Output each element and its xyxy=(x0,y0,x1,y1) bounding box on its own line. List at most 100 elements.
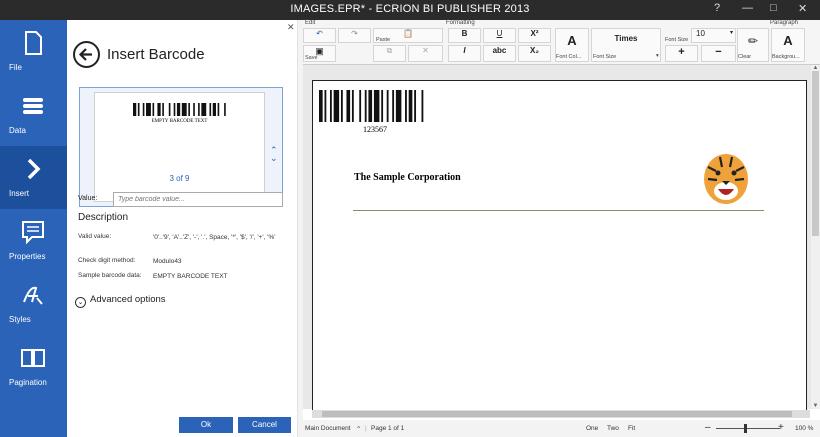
page-indicator: Page 1 of 1 xyxy=(371,425,405,432)
sidebar-item-label: File xyxy=(9,63,22,72)
preview-navigation[interactable]: ⌃ ⌄ xyxy=(270,146,278,163)
valid-value-text: '0'..'9', 'A'..'Z', '-', '.', Space, '*'… xyxy=(153,234,276,241)
sidebar-item-insert[interactable]: Insert xyxy=(0,146,67,209)
vertical-scrollbar[interactable]: ▲ ▼ xyxy=(811,65,820,409)
styles-icon xyxy=(23,286,43,305)
header-separator xyxy=(353,210,764,211)
pin-panel-icon[interactable]: ✕ xyxy=(287,22,295,33)
ribbon-toolbar: Edit Formatting Paragraph ↶ ↷ ▣ Save 📋 P… xyxy=(303,20,820,65)
bold-button[interactable]: B xyxy=(448,28,481,43)
font-name-label: Font Size xyxy=(593,54,617,60)
redo-icon: ↷ xyxy=(351,29,358,38)
eraser-icon: ✏ xyxy=(747,34,759,48)
file-icon xyxy=(25,31,42,55)
undo-icon: ↶ xyxy=(316,29,323,38)
minimize-button[interactable]: — xyxy=(742,2,753,14)
sidebar-item-label: Properties xyxy=(9,252,46,261)
paragraph-group-label: Paragraph xyxy=(770,20,799,26)
company-name[interactable]: The Sample Corporation xyxy=(354,172,461,183)
description-heading: Description xyxy=(78,212,129,223)
check-digit-value: Modulo43 xyxy=(153,258,182,265)
cancel-button[interactable]: Cancel xyxy=(238,417,291,433)
advanced-options-label: Advanced options xyxy=(90,294,166,305)
horizontal-scroll-thumb[interactable] xyxy=(322,411,792,417)
sidebar-item-properties[interactable]: Properties xyxy=(0,209,67,272)
zoom-out-button[interactable]: – xyxy=(705,422,711,433)
view-one-page-button[interactable]: One xyxy=(586,425,598,432)
grow-font-button[interactable]: + xyxy=(665,45,698,62)
zoom-slider[interactable] xyxy=(716,424,780,433)
chevron-up-icon[interactable]: ⌃ xyxy=(356,425,361,433)
font-size-dropdown[interactable]: 10 ▾ xyxy=(691,28,736,43)
title-bar: IMAGES.EPR* - ECRION BI PUBLISHER 2013 ?… xyxy=(0,0,820,20)
scroll-thumb[interactable] xyxy=(812,71,819,236)
zoom-slider-thumb[interactable] xyxy=(744,424,747,433)
chevron-down-icon: ⌄ xyxy=(75,297,86,308)
undo-button[interactable]: ↶ xyxy=(303,28,336,43)
sidebar-item-label: Data xyxy=(9,126,26,135)
background-label: Backgrou... xyxy=(772,54,800,60)
arrow-left-icon xyxy=(78,48,92,61)
tiger-logo[interactable] xyxy=(698,149,754,207)
maximize-button[interactable]: □ xyxy=(770,2,777,14)
properties-icon xyxy=(22,221,44,245)
chevron-down-icon[interactable]: ⌄ xyxy=(270,154,278,163)
zoom-level: 100 % xyxy=(795,425,814,432)
barcode-graphic xyxy=(133,103,226,116)
data-icon xyxy=(23,98,43,114)
font-color-label: Font Col... xyxy=(556,54,582,60)
sidebar-item-pagination[interactable]: Pagination xyxy=(0,335,67,398)
subscript-button[interactable]: X₂ xyxy=(518,45,551,62)
barcode-number: 123567 xyxy=(363,125,387,134)
cut-icon: ✕ xyxy=(422,46,429,55)
barcode-type-selector[interactable]: EMPTY BARCODE TEXT 3 of 9 ⌃ ⌄ xyxy=(79,87,283,207)
separator: | xyxy=(365,425,367,432)
back-button[interactable] xyxy=(73,41,100,68)
sidebar-item-file[interactable]: File xyxy=(0,20,67,83)
underline-button[interactable]: U xyxy=(483,28,516,43)
font-size-caption: Font Size xyxy=(665,37,689,43)
insert-barcode-panel: Insert Barcode EMPTY BARCODE TEXT 3 of 9… xyxy=(67,20,297,437)
close-button[interactable]: ✕ xyxy=(798,2,807,15)
redo-button[interactable]: ↷ xyxy=(338,28,371,43)
paste-label: Paste xyxy=(376,37,391,43)
document-canvas[interactable]: 123567 The Sample Corporation xyxy=(303,65,811,415)
help-button[interactable]: ? xyxy=(714,2,720,14)
formatting-group-label: Formatting xyxy=(446,20,475,26)
edit-group-label: Edit xyxy=(305,20,316,26)
font-size-value: 10 xyxy=(696,29,705,38)
zoom-in-button[interactable]: + xyxy=(778,422,784,433)
copy-button[interactable]: ⧉ xyxy=(373,45,406,62)
panel-title: Insert Barcode xyxy=(107,46,205,63)
value-label: Value: xyxy=(78,195,98,202)
window-title: IMAGES.EPR* - ECRION BI PUBLISHER 2013 xyxy=(290,3,530,15)
chevron-right-icon xyxy=(27,158,41,180)
chevron-down-icon: ▾ xyxy=(656,53,659,59)
preview-page-indicator: 3 of 9 xyxy=(169,174,190,183)
advanced-options-toggle[interactable]: ⌄ Advanced options xyxy=(75,294,166,308)
background-color-icon: A xyxy=(783,33,793,48)
sidebar-item-label: Insert xyxy=(9,189,30,198)
strikethrough-button[interactable]: abc xyxy=(483,45,516,62)
check-digit-label: Check digit method: xyxy=(78,257,136,264)
barcode-value-input[interactable] xyxy=(113,192,283,207)
clear-label: Clear xyxy=(738,54,752,60)
copy-icon: ⧉ xyxy=(386,46,393,55)
status-bar: Main Document ⌃ | Page 1 of 1 One Two Fi… xyxy=(303,420,820,437)
view-two-pages-button[interactable]: Two xyxy=(607,425,619,432)
sidebar-item-data[interactable]: Data xyxy=(0,83,67,146)
save-label: Save xyxy=(305,55,318,61)
scroll-down-icon[interactable]: ▼ xyxy=(811,403,820,409)
view-fit-button[interactable]: Fit xyxy=(628,425,635,432)
ok-button[interactable]: Ok xyxy=(179,417,233,433)
cut-button[interactable]: ✕ xyxy=(408,45,443,62)
main-document-tab[interactable]: Main Document xyxy=(305,425,351,432)
sidebar-item-styles[interactable]: Styles xyxy=(0,272,67,335)
document-page[interactable]: 123567 The Sample Corporation xyxy=(312,80,807,415)
horizontal-scrollbar[interactable] xyxy=(312,410,810,418)
document-barcode[interactable] xyxy=(319,90,427,122)
superscript-button[interactable]: X² xyxy=(518,28,551,43)
shrink-font-button[interactable]: − xyxy=(701,45,736,62)
italic-button[interactable]: I xyxy=(448,45,481,62)
chevron-down-icon: ▾ xyxy=(729,30,733,36)
